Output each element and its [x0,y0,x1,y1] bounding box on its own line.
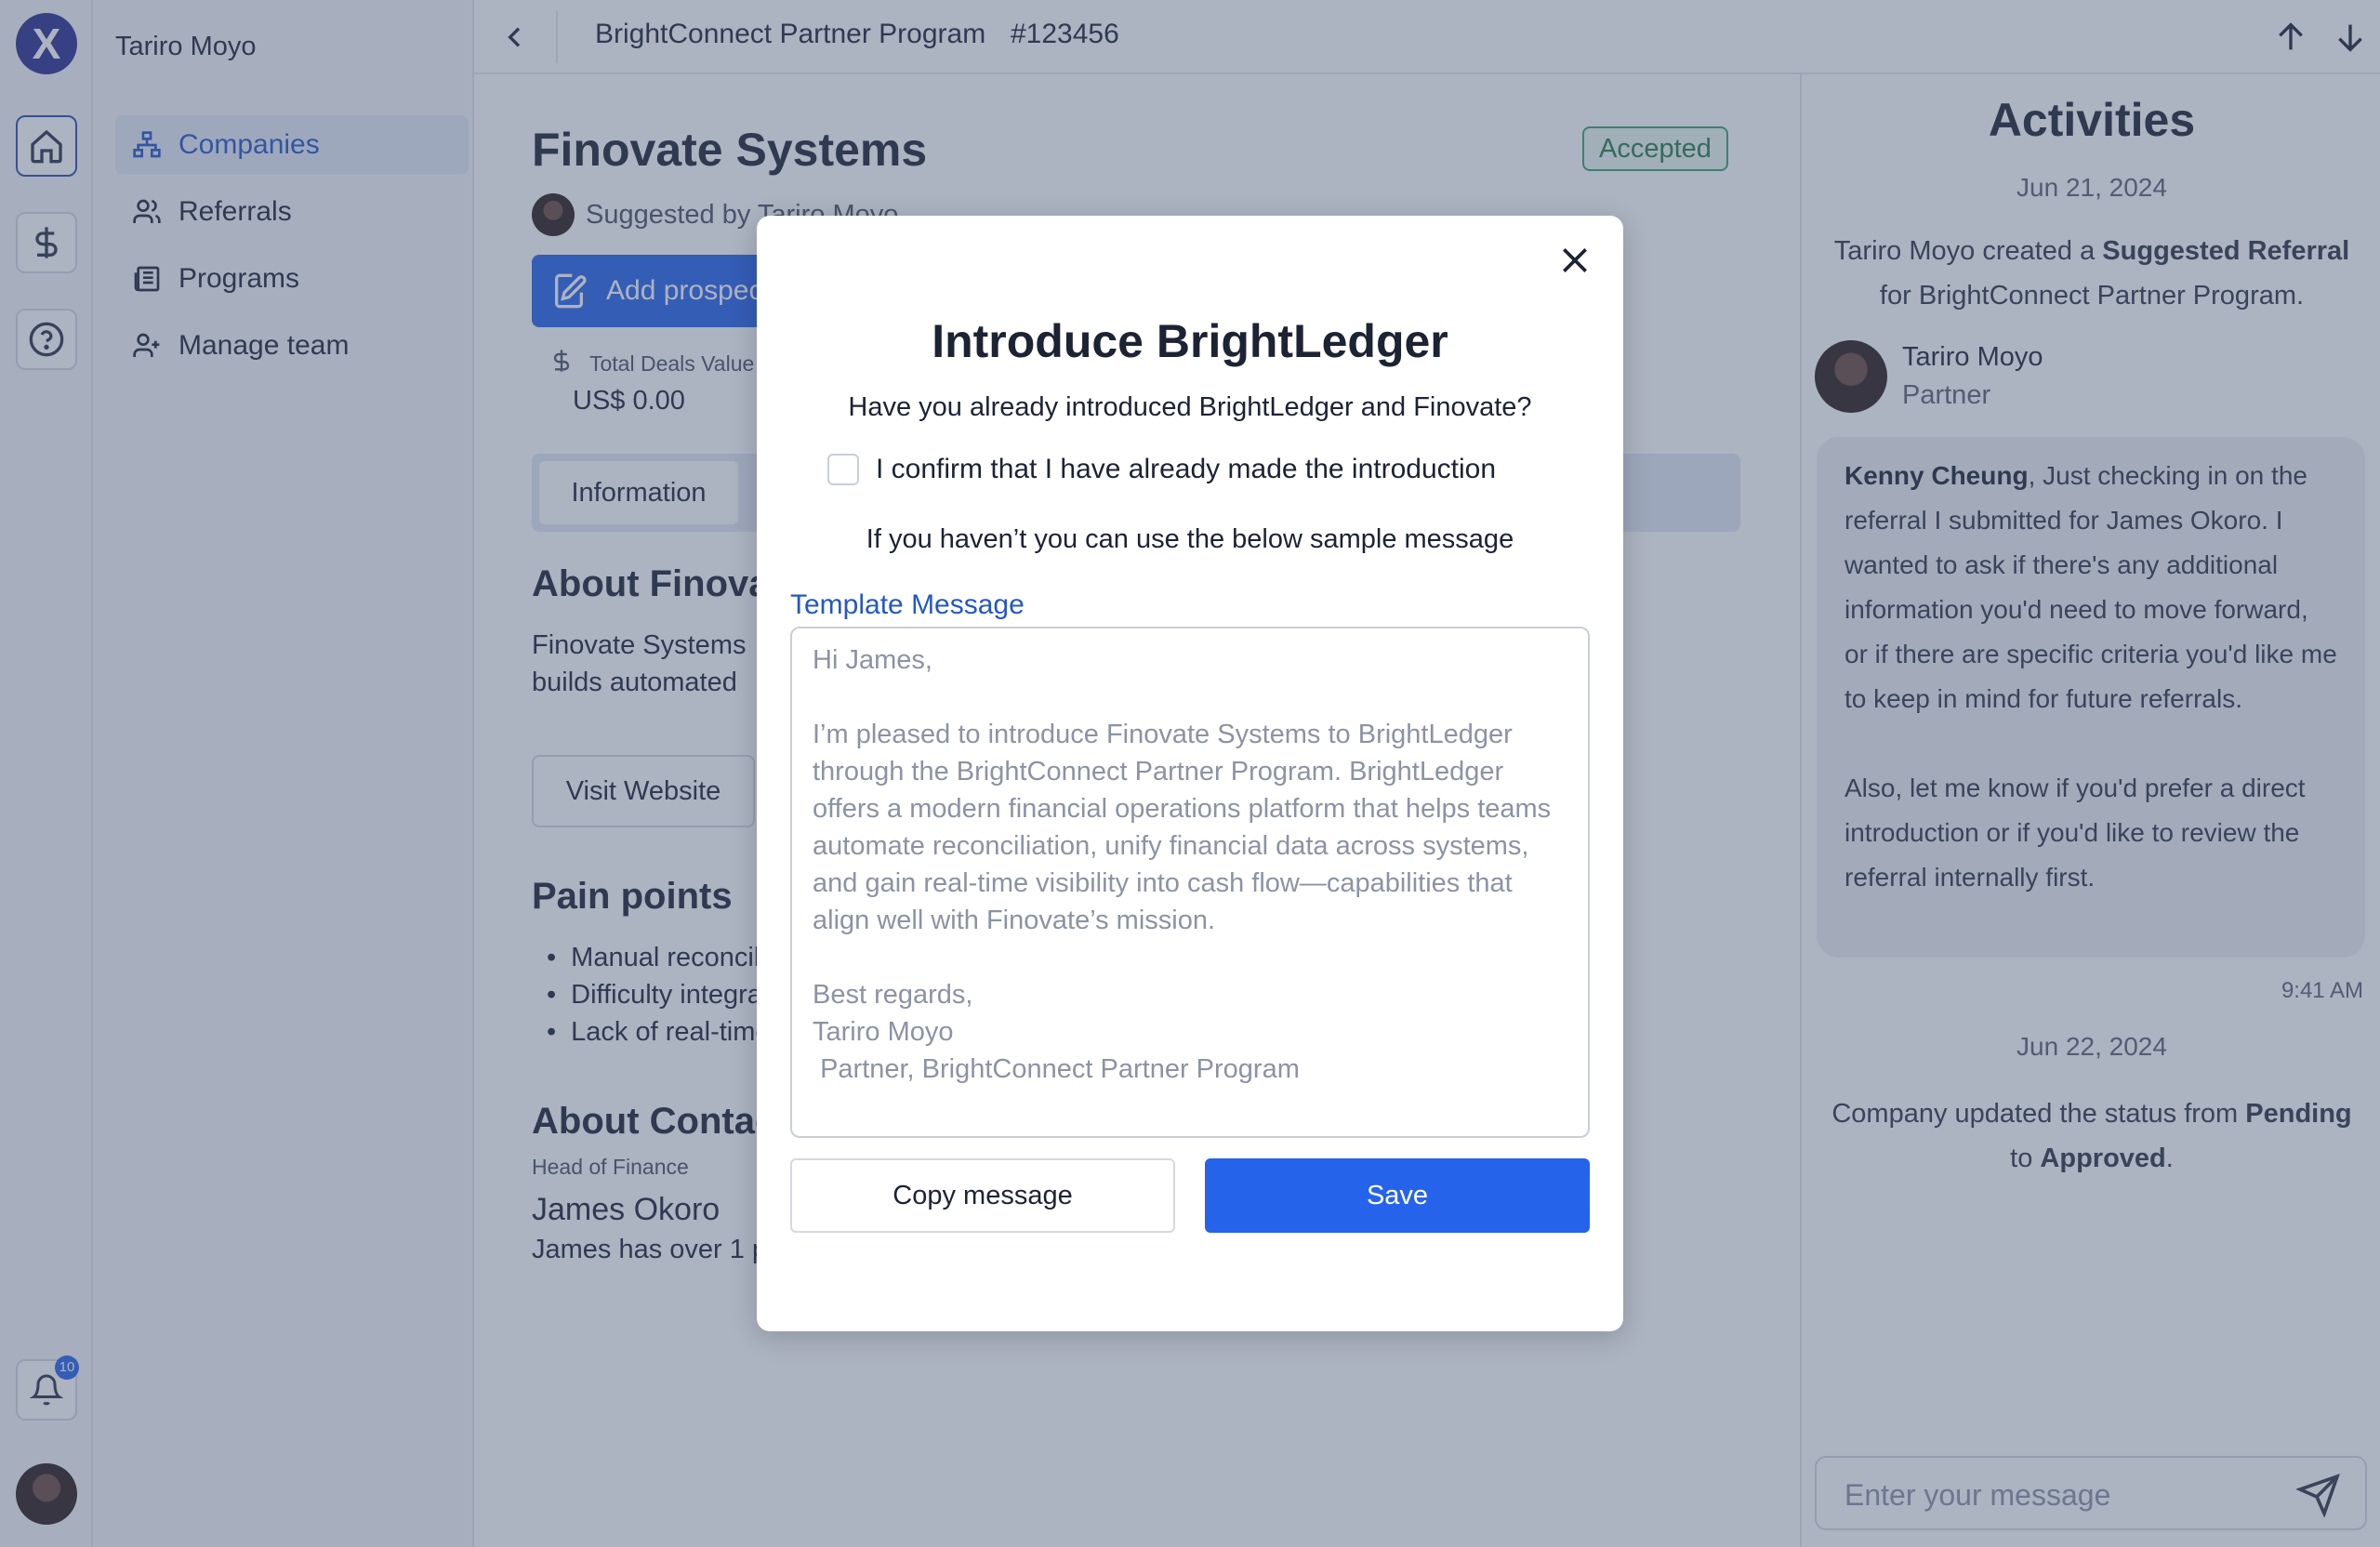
modal-question: Have you already introduced BrightLedger… [848,392,1532,422]
save-button[interactable]: Save [1205,1158,1590,1233]
introduce-modal: Introduce BrightLedger Have you already … [757,216,1623,1331]
close-button[interactable] [1549,234,1601,286]
modal-hint: If you haven’t you can use the below sam… [866,524,1514,554]
close-icon [1563,248,1587,272]
modal-title: Introduce BrightLedger [932,315,1448,367]
confirm-label: I confirm that I have already made the i… [876,454,1497,484]
confirm-checkbox-row[interactable]: I confirm that I have already made the i… [827,454,1496,485]
copy-message-button[interactable]: Copy message [790,1158,1175,1233]
confirm-checkbox[interactable] [827,454,859,485]
template-message-textarea[interactable]: Hi James, I’m pleased to introduce Finov… [790,627,1590,1138]
template-label: Template Message [790,589,1025,620]
